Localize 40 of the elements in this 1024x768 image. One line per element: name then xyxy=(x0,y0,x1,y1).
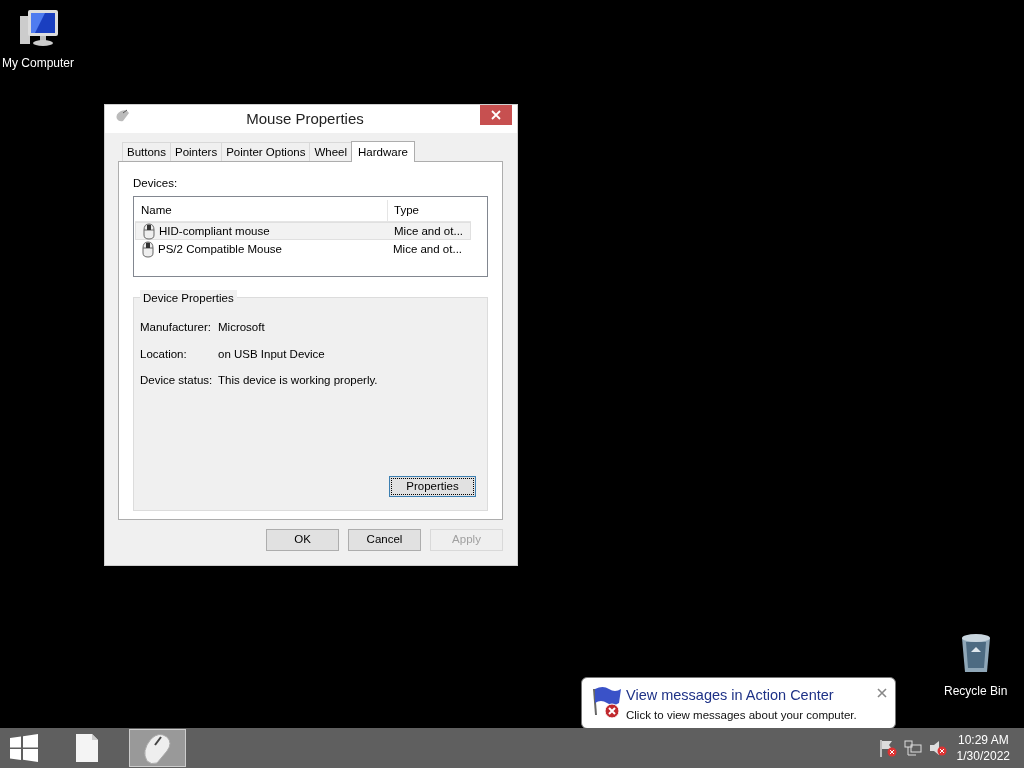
clock[interactable]: 10:29 AM 1/30/2022 xyxy=(956,732,1010,764)
device-name: PS/2 Compatible Mouse xyxy=(158,241,282,257)
tab[interactable]: Pointer Options xyxy=(221,142,311,161)
properties-button[interactable]: Properties xyxy=(389,476,476,498)
mouse-icon xyxy=(141,240,155,258)
field-label: Location: xyxy=(140,346,188,362)
dialog-button[interactable]: Cancel xyxy=(348,529,421,551)
devices-label: Devices: xyxy=(133,176,179,191)
tab[interactable]: Buttons xyxy=(122,142,171,161)
column-header[interactable]: Name xyxy=(135,202,387,220)
recycle-bin-label[interactable]: Recycle Bin xyxy=(944,682,1008,700)
close-button[interactable] xyxy=(480,105,512,125)
mouse-icon xyxy=(114,109,130,123)
close-icon[interactable] xyxy=(877,688,887,698)
network-icon[interactable] xyxy=(903,740,922,756)
notification-message: Click to view messages about your computer. xyxy=(626,707,857,723)
field-label: Device status: xyxy=(140,372,214,388)
file-icon xyxy=(75,734,98,762)
notification-title[interactable]: View messages in Action Center xyxy=(626,685,857,707)
clock-date: 1/30/2022 xyxy=(956,748,1010,764)
device-row[interactable]: PS/2 Compatible Mouse Mice and ot... xyxy=(135,240,471,259)
device-name: HID-compliant mouse xyxy=(159,223,270,239)
device-row[interactable]: HID-compliant mouse Mice and ot... xyxy=(135,222,471,241)
dialog-button[interactable]: OK xyxy=(266,529,339,551)
notification-balloon[interactable]: View messages in Action Center Click to view messages about your computer. xyxy=(581,677,896,729)
computer-label[interactable]: My Computer xyxy=(2,54,75,72)
field-value: Microsoft xyxy=(218,320,265,336)
field-value: This device is working properly. xyxy=(218,372,378,388)
tab[interactable]: Hardware xyxy=(351,141,415,162)
flag-icon[interactable] xyxy=(878,739,897,757)
device-type: Mice and ot... xyxy=(394,223,464,239)
column-header[interactable]: Type xyxy=(387,200,471,222)
clock-time: 10:29 AM xyxy=(956,732,1010,748)
muted-speaker-icon[interactable] xyxy=(928,740,947,756)
window-title: Mouse Properties xyxy=(245,108,365,129)
device-type: Mice and ot... xyxy=(393,241,463,257)
windows-logo-icon[interactable] xyxy=(10,734,38,762)
flag-icon xyxy=(590,685,622,719)
field-value: on USB Input Device xyxy=(218,346,325,362)
field-label: Manufacturer: xyxy=(140,320,212,336)
